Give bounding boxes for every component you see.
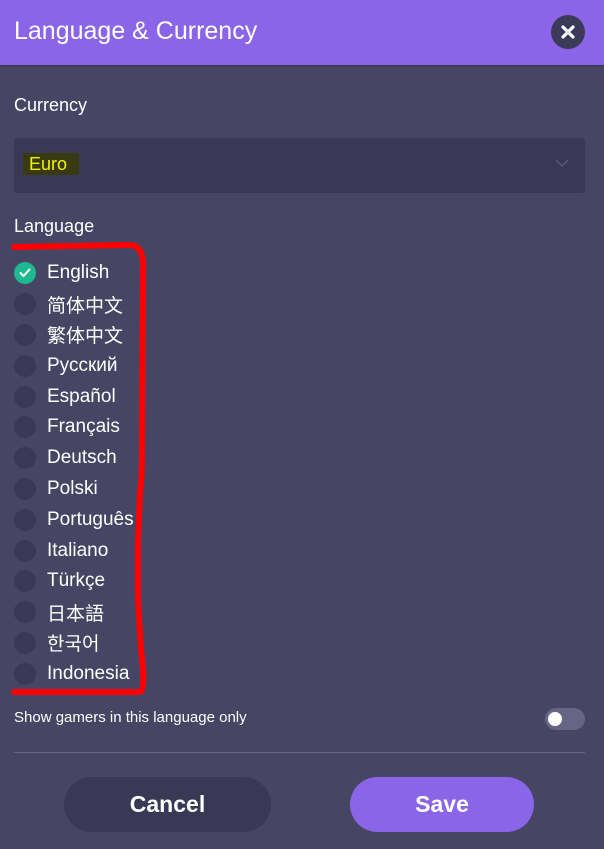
radio-button[interactable] [14,601,36,624]
language-option[interactable]: Türkçe [14,566,134,597]
radio-button[interactable] [14,385,36,408]
language-filter-toggle[interactable] [545,708,585,730]
language-option-label: 简体中文 [47,295,124,317]
chevron-down-icon [555,159,569,167]
close-button[interactable] [551,15,585,49]
radio-button[interactable] [14,477,36,500]
language-option-label: English [47,262,110,284]
language-option[interactable]: 繁体中文 [14,320,134,351]
dialog-title: Language & Currency [14,17,258,45]
language-filter-label: Show gamers in this language only [14,709,247,726]
language-option-label: Türkçe [47,570,106,592]
language-option[interactable]: Polski [14,474,134,505]
language-option[interactable]: 한국어 [14,628,134,659]
radio-button[interactable] [14,354,36,377]
close-icon [561,25,575,39]
currency-selected-value: Euro [23,153,80,175]
language-option[interactable]: Français [14,412,134,443]
language-option-label: 繁体中文 [47,326,124,348]
language-option-label: Deutsch [47,447,117,469]
language-option-label: Indonesia [47,662,130,684]
radio-button[interactable] [14,293,36,316]
language-option-label: Italiano [47,539,109,561]
radio-button[interactable] [14,447,36,470]
currency-select[interactable]: Euro [14,138,585,193]
language-radio-group: English 简体中文繁体中文 Русский Español Français Deu… [14,258,134,689]
radio-button[interactable] [14,508,36,531]
language-option[interactable]: Español [14,381,134,412]
language-option-label: 日本語 [47,603,105,625]
check-icon [19,268,31,278]
dialog-header: Language & Currency [0,0,604,67]
language-option[interactable]: English [14,258,134,289]
language-option-label: Português [47,508,134,530]
toggle-knob [548,712,562,726]
language-option-label: 한국어 [47,634,100,656]
currency-label: Currency [14,95,88,115]
save-button[interactable]: Save [350,777,534,832]
radio-button[interactable] [14,662,36,685]
language-option-label: Español [47,385,116,407]
language-option[interactable]: Italiano [14,535,134,566]
language-label: Language [14,216,95,236]
radio-button[interactable] [14,262,36,285]
language-option-label: Polski [47,477,98,499]
radio-button[interactable] [14,539,36,562]
language-option-label: Français [47,416,120,438]
cancel-button[interactable]: Cancel [64,777,271,832]
radio-button[interactable] [14,416,36,439]
radio-button[interactable] [14,323,36,346]
language-option[interactable]: Indonesia [14,658,134,689]
language-option[interactable]: 日本語 [14,597,134,628]
language-option-label: Русский [47,354,118,376]
divider [14,752,585,753]
language-option[interactable]: 简体中文 [14,289,134,320]
language-option[interactable]: Português [14,504,134,535]
language-option[interactable]: Deutsch [14,443,134,474]
radio-button[interactable] [14,570,36,593]
radio-button[interactable] [14,631,36,654]
language-option[interactable]: Русский [14,350,134,381]
